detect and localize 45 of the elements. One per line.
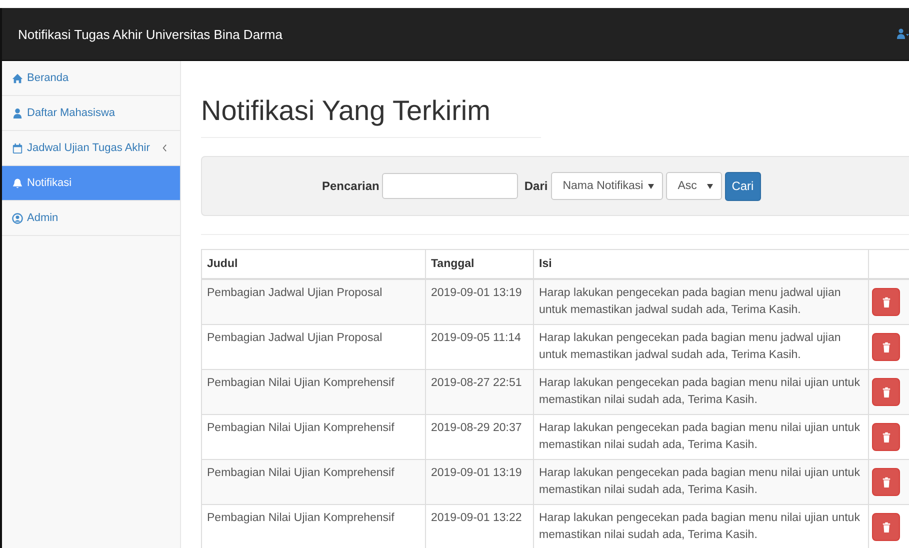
trash-icon	[882, 386, 890, 398]
from-label: Dari	[524, 179, 548, 193]
user-menu-icon[interactable]	[897, 28, 909, 40]
brand-title[interactable]: Notifikasi Tugas Akhir Universitas Bina Darma	[18, 26, 282, 42]
sidebar-item[interactable]: Admin	[2, 201, 180, 236]
delete-button[interactable]	[872, 513, 900, 541]
sidebar-item[interactable]: Notifikasi	[2, 166, 180, 201]
delete-button[interactable]	[872, 378, 900, 406]
table-cell: Pembagian Nilai Ujian Komprehensif	[202, 460, 426, 504]
sidebar-item-label: Jadwal Ujian Tugas Akhir	[27, 142, 150, 154]
field-select[interactable]: Nama Notifikasi	[550, 172, 663, 200]
table-cell: 2019-09-01 13:19	[426, 460, 534, 504]
sidebar-item[interactable]: Beranda	[2, 61, 180, 96]
table-cell: Pembagian Nilai Ujian Komprehensif	[202, 370, 426, 414]
trash-icon	[882, 342, 890, 352]
table-cell: 2019-08-27 22:51	[426, 370, 534, 414]
sidebar-item-label: Beranda	[27, 72, 69, 84]
trash-icon	[882, 522, 890, 532]
table-cell: Pembagian Nilai Ujian Komprehensif	[202, 504, 426, 548]
search-field[interactable]	[382, 173, 518, 199]
table-cell: Harap lakukan pengecekan pada bagian menu nilai ujian untuk memastikan nilai sudah ada, Terima Kasih.	[534, 370, 868, 414]
trash-icon	[882, 296, 890, 308]
home-icon	[12, 72, 23, 84]
trash-icon	[882, 432, 890, 442]
trash-icon	[882, 476, 890, 488]
search-label: Pencarian	[322, 179, 380, 193]
calendar-icon	[12, 142, 23, 154]
delete-button[interactable]	[872, 288, 900, 316]
bell-icon	[12, 178, 23, 188]
order-select[interactable]: Asc	[666, 172, 722, 200]
user-circle-icon	[12, 212, 23, 224]
sidebar-item-label: Daftar Mahasiswa	[27, 107, 116, 119]
user-icon	[12, 108, 23, 118]
delete-button[interactable]	[872, 333, 900, 361]
search-button[interactable]: Cari	[724, 172, 761, 200]
table-cell: Pembagian Jadwal Ujian Proposal	[202, 279, 426, 324]
delete-button[interactable]	[872, 468, 900, 496]
sidebar-item-label: Notifikasi	[27, 177, 72, 189]
page-title: Notifikasi Yang Terkirim	[201, 95, 541, 138]
sidebar-item[interactable]: Daftar Mahasiswa	[2, 96, 180, 131]
table-cell: Harap lakukan pengecekan pada bagian menu jadwal ujian untuk memastikan jadwal sudah ada, Terima Kasih.	[534, 279, 868, 324]
sidebar-item-label: Admin	[27, 212, 58, 224]
table-cell: 2019-09-01 13:19	[426, 279, 534, 324]
table-cell: Harap lakukan pengecekan pada bagian menu nilai ujian untuk memastikan nilai sudah ada, Terima Kasih.	[534, 460, 868, 504]
delete-button[interactable]	[872, 423, 900, 451]
